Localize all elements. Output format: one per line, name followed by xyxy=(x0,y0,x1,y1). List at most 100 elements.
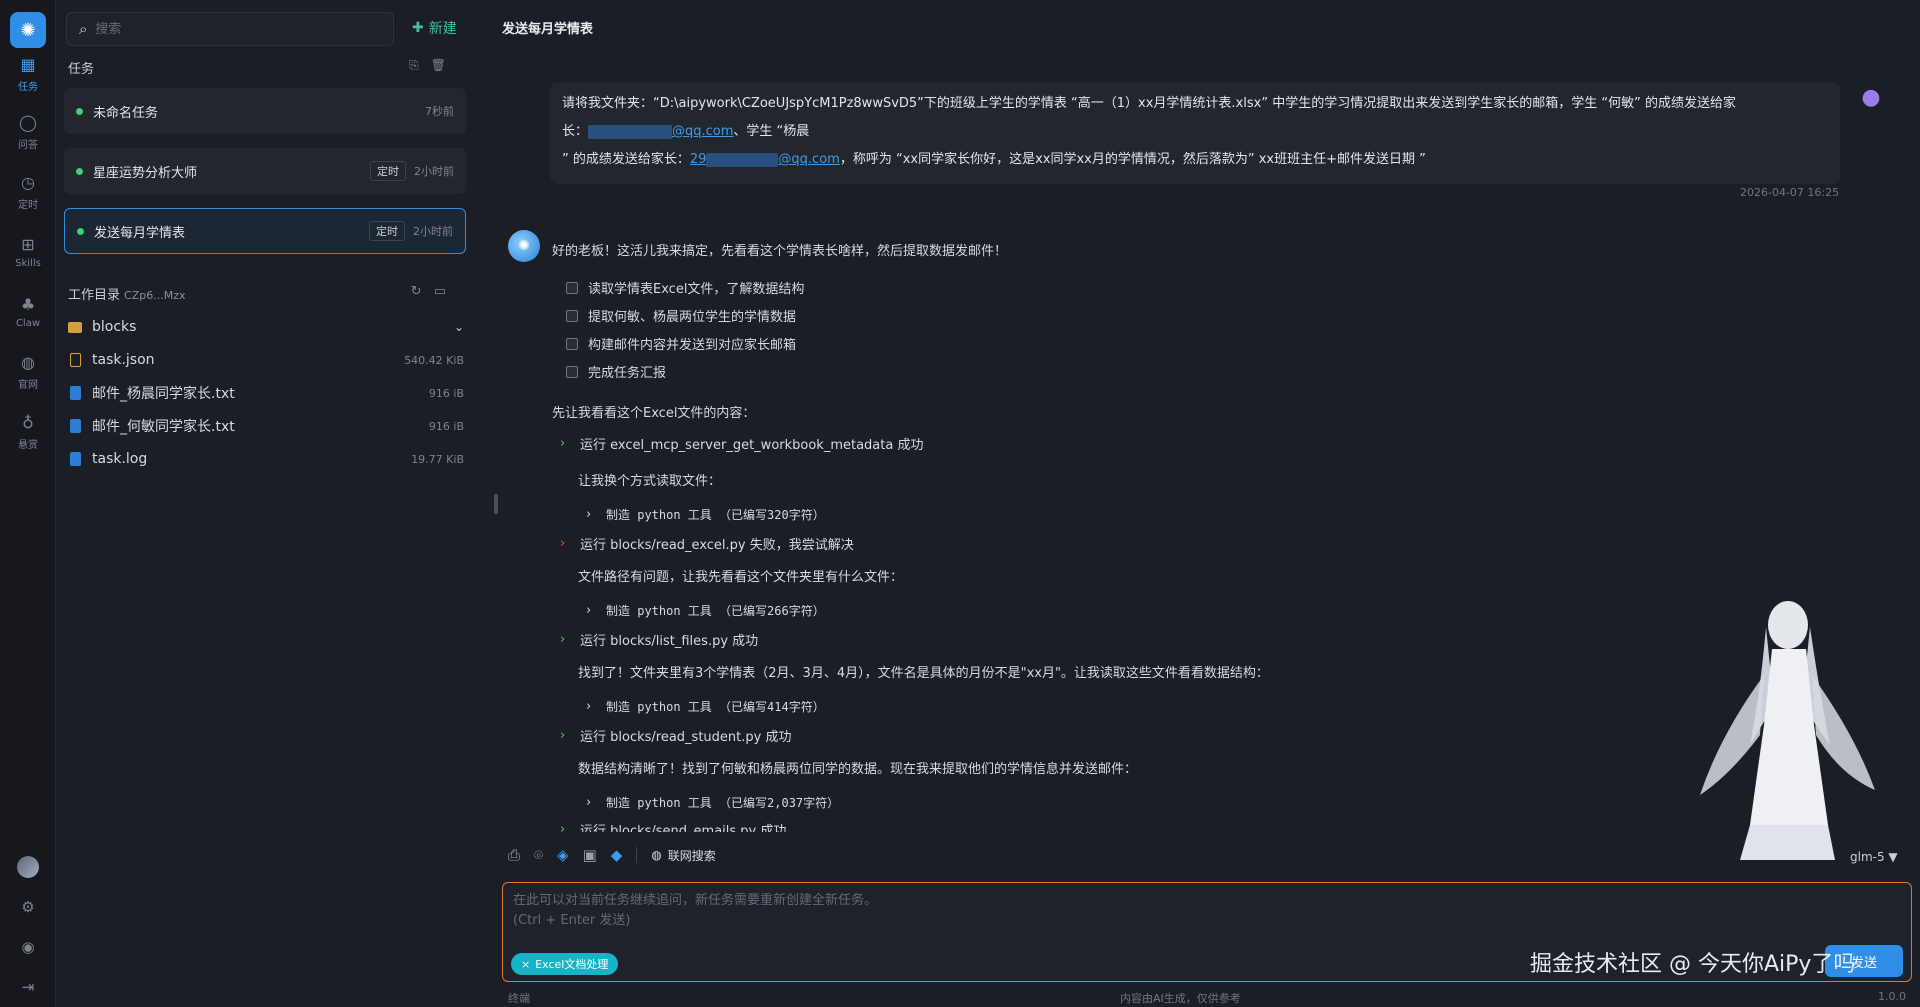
rail-label: 悬赏 xyxy=(18,440,38,451)
step-run[interactable]: › 运行 excel_mcp_server_get_workbook_metada… xyxy=(560,434,923,453)
checklist-item[interactable]: 构建邮件内容并发送到对应家长邮箱 xyxy=(566,334,796,353)
agent-icon[interactable]: ◆ xyxy=(611,846,623,864)
checklist-item[interactable]: 读取学情表Excel文件，了解数据结构 xyxy=(566,278,804,297)
prompt-input[interactable] xyxy=(513,891,1893,937)
step-tool[interactable]: › 制造 python 工具 （已编写2,037字符） xyxy=(586,794,839,811)
step-text: 运行 blocks/list_files.py 成功 xyxy=(580,634,759,649)
checkbox[interactable] xyxy=(566,365,578,378)
web-search-toggle[interactable]: ◍ 联网搜索 xyxy=(651,847,716,864)
search-input[interactable] xyxy=(95,21,336,37)
open-folder-icon[interactable]: ▭ xyxy=(434,284,446,299)
skills-icon: ⊞ xyxy=(21,234,35,254)
ai-text: 文件路径有问题，让我先看看这个文件夹里有什么文件： xyxy=(578,570,904,585)
checklist-item[interactable]: 提取何敏、杨晨两位学生的学情数据 xyxy=(566,306,796,325)
checklist-item[interactable]: 完成任务汇报 xyxy=(566,362,666,381)
tasks-section-tools: ⎘ 🗑 xyxy=(409,58,446,73)
trash-icon[interactable]: 🗑 xyxy=(431,58,446,73)
status-dot xyxy=(76,107,83,115)
ai-text: 让我换个方式读取文件： xyxy=(578,474,722,489)
chevron-right-icon: › xyxy=(586,603,592,618)
workdir-title: 工作目录 CZp6...Mzx xyxy=(68,284,185,303)
search-box[interactable]: ⌕ xyxy=(66,12,394,46)
skill-icon[interactable]: ◈ xyxy=(557,846,569,864)
chevron-right-icon: › xyxy=(586,699,592,714)
file-size: 540.42 KiB xyxy=(404,353,464,367)
rail-item-tasks[interactable]: ▦ 任务 xyxy=(0,46,56,100)
ai-text: 找到了！文件夹里有3个学情表（2月、3月、4月），文件名是具体的月份不是"xx月… xyxy=(578,666,1269,681)
rail-item-website[interactable]: ◍ 官网 xyxy=(0,344,56,398)
email-link[interactable]: @qq.com xyxy=(672,124,733,139)
msg-text: ，称呼为 “xx同学家长你好，这是xx同学xx月的学情情况，然后落款为” xx班… xyxy=(839,152,1426,167)
step-run-clipped[interactable]: › 运行 blocks/send_emails.py 成功 xyxy=(560,820,786,832)
step-text: 运行 excel_mcp_server_get_workbook_metadat… xyxy=(580,438,924,453)
rail-item-bounty[interactable]: ♁ 悬赏 xyxy=(0,404,56,458)
chat-icon: ◯ xyxy=(19,112,37,132)
file-row-folder[interactable]: blocks ⌄ xyxy=(68,314,472,340)
step-run[interactable]: › 运行 blocks/read_student.py 成功 xyxy=(560,726,791,745)
task-time: 7秒前 xyxy=(425,105,454,118)
task-item[interactable]: 未命名任务 7秒前 xyxy=(64,88,466,134)
export-icon[interactable]: ⎘ xyxy=(409,58,419,73)
text-file-icon xyxy=(68,386,82,400)
ai-intro: 好的老板！这活儿我来搞定，先看看这个学情表长啥样，然后提取数据发邮件！ xyxy=(552,244,1008,259)
rail-label: 任务 xyxy=(18,82,38,93)
file-name: task.log xyxy=(92,451,148,467)
close-icon[interactable]: × xyxy=(521,958,530,971)
globe-icon: ◍ xyxy=(651,848,662,862)
step-run[interactable]: › 运行 blocks/list_files.py 成功 xyxy=(560,630,758,649)
settings-icon[interactable]: ⚙ xyxy=(0,892,56,922)
file-name: task.json xyxy=(92,352,155,368)
claw-icon: ♣ xyxy=(20,294,36,314)
avatar xyxy=(17,856,39,878)
checkbox[interactable] xyxy=(566,309,578,322)
file-size: 916 iB xyxy=(428,386,464,400)
task-time: 2小时前 xyxy=(413,225,453,238)
step-tool[interactable]: › 制造 python 工具 （已编写414字符） xyxy=(586,698,825,715)
workdir-label: 工作目录 xyxy=(68,288,121,303)
rail-item-skills[interactable]: ⊞ Skills xyxy=(0,224,56,278)
chevron-right-icon: › xyxy=(586,795,592,810)
app-logo-icon[interactable]: ✺ xyxy=(10,12,46,48)
task-name: 发送每月学情表 xyxy=(94,225,186,241)
left-rail: ✺ ▦ 任务 ◯ 问答 ◷ 定时 ⊞ Skills ♣ Claw ◍ 官网 ♁ … xyxy=(0,0,56,1007)
user-avatar-button[interactable] xyxy=(0,852,56,882)
toolbar-divider xyxy=(636,847,638,863)
watermark: 掘金技术社区 @ 今天你AiPy了吗 xyxy=(1530,952,1856,977)
account-icon[interactable]: ◉ xyxy=(0,932,56,962)
terminal-link[interactable]: 终端 xyxy=(508,990,530,1006)
rail-label: Claw xyxy=(15,318,41,329)
new-task-button[interactable]: ✚ 新建 xyxy=(412,18,457,38)
step-run-failed[interactable]: › 运行 blocks/read_excel.py 失败，我尝试解决 xyxy=(560,534,854,553)
msg-text: 长： xyxy=(562,124,589,139)
rail-item-chat[interactable]: ◯ 问答 xyxy=(0,104,56,158)
refresh-icon[interactable]: ↻ xyxy=(411,284,422,299)
email-prefix: 29 xyxy=(689,152,707,167)
step-tool[interactable]: › 制造 python 工具 （已编写266字符） xyxy=(586,602,825,619)
character-illustration xyxy=(1700,601,1875,860)
workdir-id: CZp6...Mzx xyxy=(124,289,186,302)
logout-icon[interactable]: ⇥ xyxy=(0,972,56,1002)
file-row[interactable]: 邮件_何敏同学家长.txt 916 iB xyxy=(68,413,472,439)
rail-item-claw[interactable]: ♣ Claw xyxy=(0,284,56,338)
version-label: 1.0.0 xyxy=(1878,990,1906,1003)
image-icon[interactable]: ▣ xyxy=(583,846,597,864)
location-icon[interactable]: ⌾ xyxy=(534,846,543,864)
rail-label: 定时 xyxy=(18,200,38,211)
skill-tag[interactable]: × Excel文档处理 xyxy=(511,953,619,975)
email-link[interactable]: 29 @qq.com xyxy=(690,152,840,167)
file-row[interactable]: task.json 540.42 KiB xyxy=(68,347,472,373)
file-row[interactable]: task.log 19.77 KiB xyxy=(68,446,472,472)
step-tool[interactable]: › 制造 python 工具 （已编写320字符） xyxy=(586,506,825,523)
rail-item-schedule[interactable]: ◷ 定时 xyxy=(0,164,56,218)
computer-icon[interactable]: ⎙ xyxy=(508,846,520,864)
checkbox[interactable] xyxy=(566,337,578,350)
task-item[interactable]: 星座运势分析大师 定时 2小时前 xyxy=(64,148,466,194)
file-row[interactable]: 邮件_杨晨同学家长.txt 916 iB xyxy=(68,380,472,406)
file-size: 19.77 KiB xyxy=(411,452,464,466)
ai-text: 数据结构清晰了！找到了何敏和杨晨两位同学的数据。现在我来提取他们的学情信息并发送… xyxy=(578,762,1138,777)
step-text: 运行 blocks/read_excel.py 失败，我尝试解决 xyxy=(580,538,854,553)
redacted-email xyxy=(588,124,673,139)
task-item-active[interactable]: 发送每月学情表 定时 2小时前 xyxy=(64,208,466,254)
checkbox[interactable] xyxy=(566,281,578,294)
chevron-down-icon[interactable]: ⌄ xyxy=(454,320,464,334)
